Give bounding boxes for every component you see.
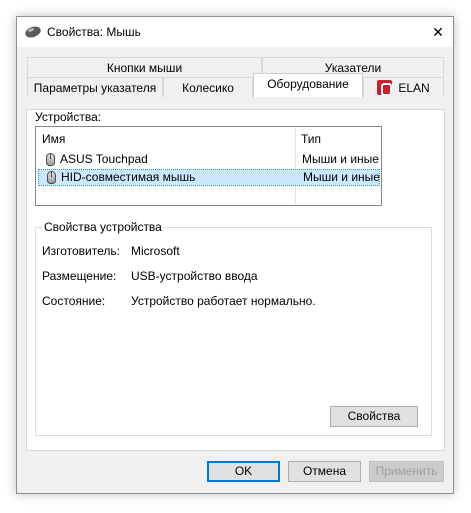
ok-button[interactable]: OK bbox=[207, 461, 280, 482]
tab-wheel[interactable]: Колесико bbox=[163, 77, 253, 97]
device-list[interactable]: Имя Тип ASUS Touchpad Мыши и иные... HID… bbox=[35, 126, 382, 206]
device-properties-group: Свойства устройства Изготовитель: Micros… bbox=[35, 220, 432, 436]
cancel-button[interactable]: Отмена bbox=[288, 461, 361, 482]
title-bar: Свойства: Мышь ✕ bbox=[17, 17, 453, 47]
device-name: HID-совместимая мышь bbox=[61, 170, 196, 184]
mouse-device-icon bbox=[47, 171, 56, 184]
elan-logo-icon bbox=[377, 80, 393, 96]
device-properties-legend: Свойства устройства bbox=[42, 220, 164, 234]
devices-label: Устройства: bbox=[35, 110, 102, 124]
mouse-properties-dialog: Свойства: Мышь ✕ Кнопки мыши Указатели П… bbox=[16, 16, 454, 494]
manufacturer-label: Изготовитель: bbox=[42, 244, 120, 258]
location-label: Размещение: bbox=[42, 269, 117, 283]
device-row[interactable]: ASUS Touchpad Мыши и иные... bbox=[38, 151, 380, 168]
column-header-type[interactable]: Тип bbox=[301, 132, 321, 146]
apply-button[interactable]: Применить bbox=[369, 461, 444, 482]
device-type: Мыши и иные... bbox=[302, 152, 380, 166]
tab-elan[interactable]: ELAN bbox=[363, 77, 444, 97]
tab-buttons[interactable]: Кнопки мыши bbox=[27, 57, 262, 77]
device-properties-button[interactable]: Свойства bbox=[330, 406, 418, 427]
device-type: Мыши и иные... bbox=[303, 170, 381, 184]
location-value: USB-устройство ввода bbox=[131, 269, 258, 283]
device-name: ASUS Touchpad bbox=[60, 152, 148, 166]
column-header-name[interactable]: Имя bbox=[42, 132, 65, 146]
mouse-app-icon bbox=[24, 25, 42, 39]
tab-hardware[interactable]: Оборудование bbox=[253, 73, 363, 97]
window-title: Свойства: Мышь bbox=[47, 25, 141, 39]
tab-pointer-options[interactable]: Параметры указателя bbox=[27, 77, 163, 97]
device-row-selected[interactable]: HID-совместимая мышь Мыши и иные... bbox=[38, 169, 381, 186]
status-label: Состояние: bbox=[42, 294, 106, 308]
manufacturer-value: Microsoft bbox=[131, 244, 180, 258]
close-icon[interactable]: ✕ bbox=[423, 17, 453, 47]
mouse-device-icon bbox=[46, 153, 55, 166]
tab-elan-label: ELAN bbox=[398, 81, 430, 95]
status-value: Устройство работает нормально. bbox=[131, 294, 316, 308]
